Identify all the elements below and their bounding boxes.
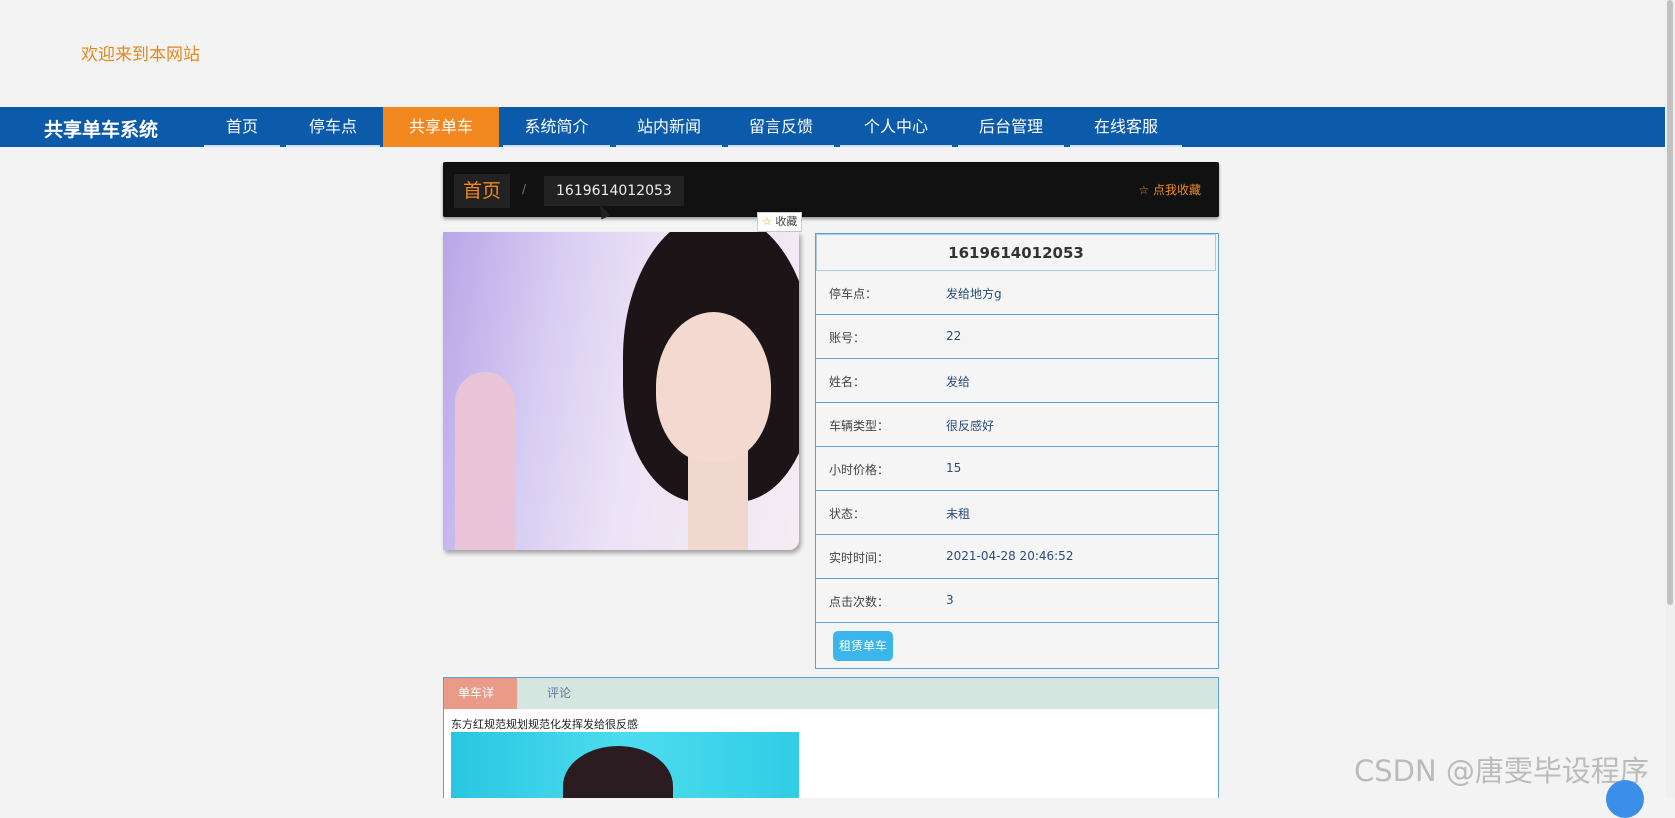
scrollbar-thumb[interactable] [1667, 0, 1673, 605]
main-navbar: 共享单车系统 首页 停车点 共享单车 系统简介 站内新闻 留言反馈 个人中心 后… [0, 107, 1665, 147]
welcome-text: 欢迎来到本网站 [81, 45, 200, 65]
detail-row-clicks: 点击次数： 3 [816, 579, 1218, 623]
nav-item-admin[interactable]: 后台管理 [956, 107, 1066, 147]
star-icon: ☆ [1138, 183, 1150, 197]
nav-item-news[interactable]: 站内新闻 [614, 107, 724, 147]
site-brand: 共享单车系统 [44, 119, 159, 141]
breadcrumb-home[interactable]: 首页 [454, 174, 511, 208]
detail-row-vehicle-type: 车辆类型： 很反感好 [816, 403, 1218, 447]
description-image [451, 732, 799, 798]
detail-row-parking: 停车点： 发给地方g [816, 271, 1218, 315]
bike-description: 东方红规范规划规范化发挥发给很反感 [451, 718, 638, 731]
tab-comments[interactable]: 评论 [533, 678, 585, 709]
bike-detail-panel: 1619614012053 停车点： 发给地方g 账号： 22 姓名： 发给 车辆类型… [815, 233, 1219, 669]
star-icon: ☆ [762, 215, 772, 228]
watermark: CSDN @唐雯毕设程序 [1354, 754, 1649, 788]
chat-bubble-icon[interactable] [1606, 780, 1644, 818]
breadcrumb: 首页 / 1619614012053 ☆ 点我收藏 [443, 162, 1219, 217]
nav-item-support[interactable]: 在线客服 [1068, 107, 1184, 147]
tab-bike-details[interactable]: 单车详情 [444, 678, 517, 731]
detail-row-time: 实时时间： 2021-04-28 20:46:52 [816, 535, 1218, 579]
tab-bar: 单车详情 评论 [444, 678, 1218, 731]
page-scrollbar[interactable] [1665, 0, 1675, 797]
favorite-label: 点我收藏 [1152, 183, 1201, 197]
nav-item-about[interactable]: 系统简介 [501, 107, 612, 147]
breadcrumb-separator: / [522, 182, 527, 196]
photo-figure-face [656, 312, 771, 462]
rent-bike-button[interactable]: 租赁单车 [833, 631, 893, 661]
photo-figure-small [455, 372, 515, 550]
nav-item-feedback[interactable]: 留言反馈 [726, 107, 836, 147]
detail-row-account: 账号： 22 [816, 315, 1218, 359]
nav-item-bikes[interactable]: 共享单车 [383, 107, 499, 147]
nav-item-profile[interactable]: 个人中心 [838, 107, 954, 147]
detail-row-name: 姓名： 发给 [816, 359, 1218, 403]
detail-row-status: 状态： 未租 [816, 491, 1218, 535]
description-image-figure [563, 746, 673, 798]
bike-detail-title: 1619614012053 [816, 234, 1216, 271]
detail-row-hourly-price: 小时价格： 15 [816, 447, 1218, 491]
nav-item-home[interactable]: 首页 [202, 107, 282, 147]
favorite-tooltip: ☆ 收藏 [757, 212, 803, 232]
breadcrumb-current: 1619614012053 [544, 176, 684, 206]
detail-tabs: 单车详情 评论 东方红规范规划规范化发挥发给很反感 [443, 677, 1219, 798]
favorite-link[interactable]: ☆ 点我收藏 [1138, 181, 1201, 198]
tooltip-label: 收藏 [775, 215, 798, 228]
bike-photo [443, 232, 799, 550]
nav-item-parking[interactable]: 停车点 [284, 107, 382, 147]
